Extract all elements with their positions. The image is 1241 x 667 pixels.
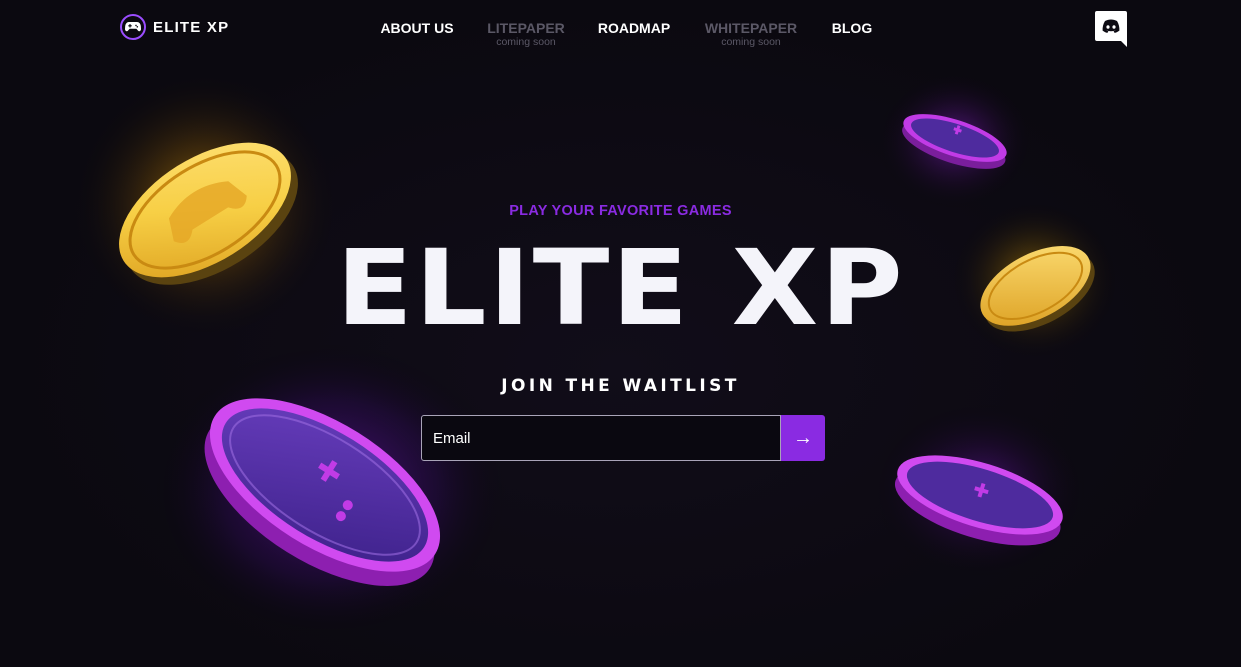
nav-item-label: WHITEPAPER — [704, 20, 798, 36]
submit-button[interactable]: → — [781, 415, 825, 461]
nav-item-label: ROADMAP — [597, 20, 671, 36]
coming-soon-label: coming soon — [496, 36, 556, 48]
arrow-right-icon: → — [793, 427, 813, 449]
nav-item-about-us[interactable]: ABOUT US — [380, 19, 453, 37]
waitlist-form: → — [421, 415, 825, 461]
purple-coin-icon — [870, 400, 1090, 580]
main-nav: ABOUT US LITEPAPER coming soon ROADMAP W… — [0, 19, 1241, 55]
hero-tagline: PLAY YOUR FAVORITE GAMES — [509, 203, 732, 219]
nav-item-label: LITEPAPER — [487, 20, 565, 36]
nav-item-label: BLOG — [831, 20, 873, 36]
email-input[interactable] — [421, 415, 781, 461]
nav-item-roadmap[interactable]: ROADMAP — [598, 19, 670, 37]
site-header: ELITE XP ABOUT US LITEPAPER coming soon … — [0, 0, 1241, 56]
hero-title: ELITE XP — [336, 227, 905, 349]
waitlist-heading: JOIN THE WAITLIST — [501, 376, 740, 396]
landing-page: ELITE XP ABOUT US LITEPAPER coming soon … — [0, 0, 1241, 667]
discord-icon[interactable] — [1095, 11, 1127, 47]
coming-soon-label: coming soon — [721, 36, 781, 48]
nav-item-litepaper[interactable]: LITEPAPER coming soon — [487, 19, 565, 48]
nav-item-whitepaper[interactable]: WHITEPAPER coming soon — [705, 19, 797, 48]
nav-item-label: ABOUT US — [380, 20, 454, 36]
nav-item-blog[interactable]: BLOG — [832, 19, 872, 37]
purple-coin-icon — [875, 70, 1035, 210]
